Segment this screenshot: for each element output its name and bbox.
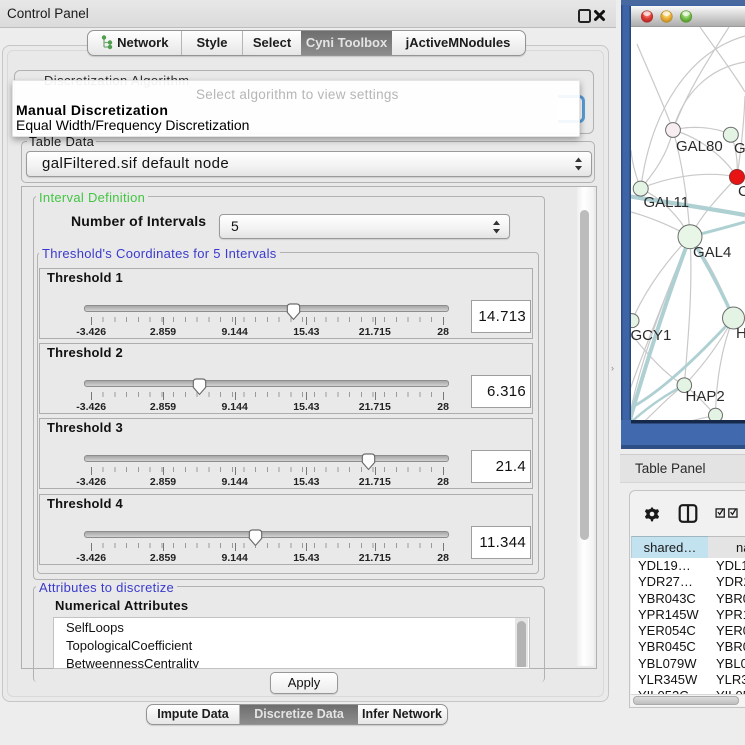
svg-text:GCY1: GCY1 — [631, 327, 672, 344]
svg-text:HAP2: HAP2 — [686, 388, 725, 405]
svg-text:H: H — [736, 325, 745, 342]
svg-text:GAL80: GAL80 — [676, 138, 723, 155]
svg-text:GA: GA — [734, 140, 745, 157]
svg-text:GAL11: GAL11 — [644, 194, 690, 211]
svg-text:C: C — [738, 183, 745, 200]
svg-text:GAL4: GAL4 — [693, 244, 731, 261]
